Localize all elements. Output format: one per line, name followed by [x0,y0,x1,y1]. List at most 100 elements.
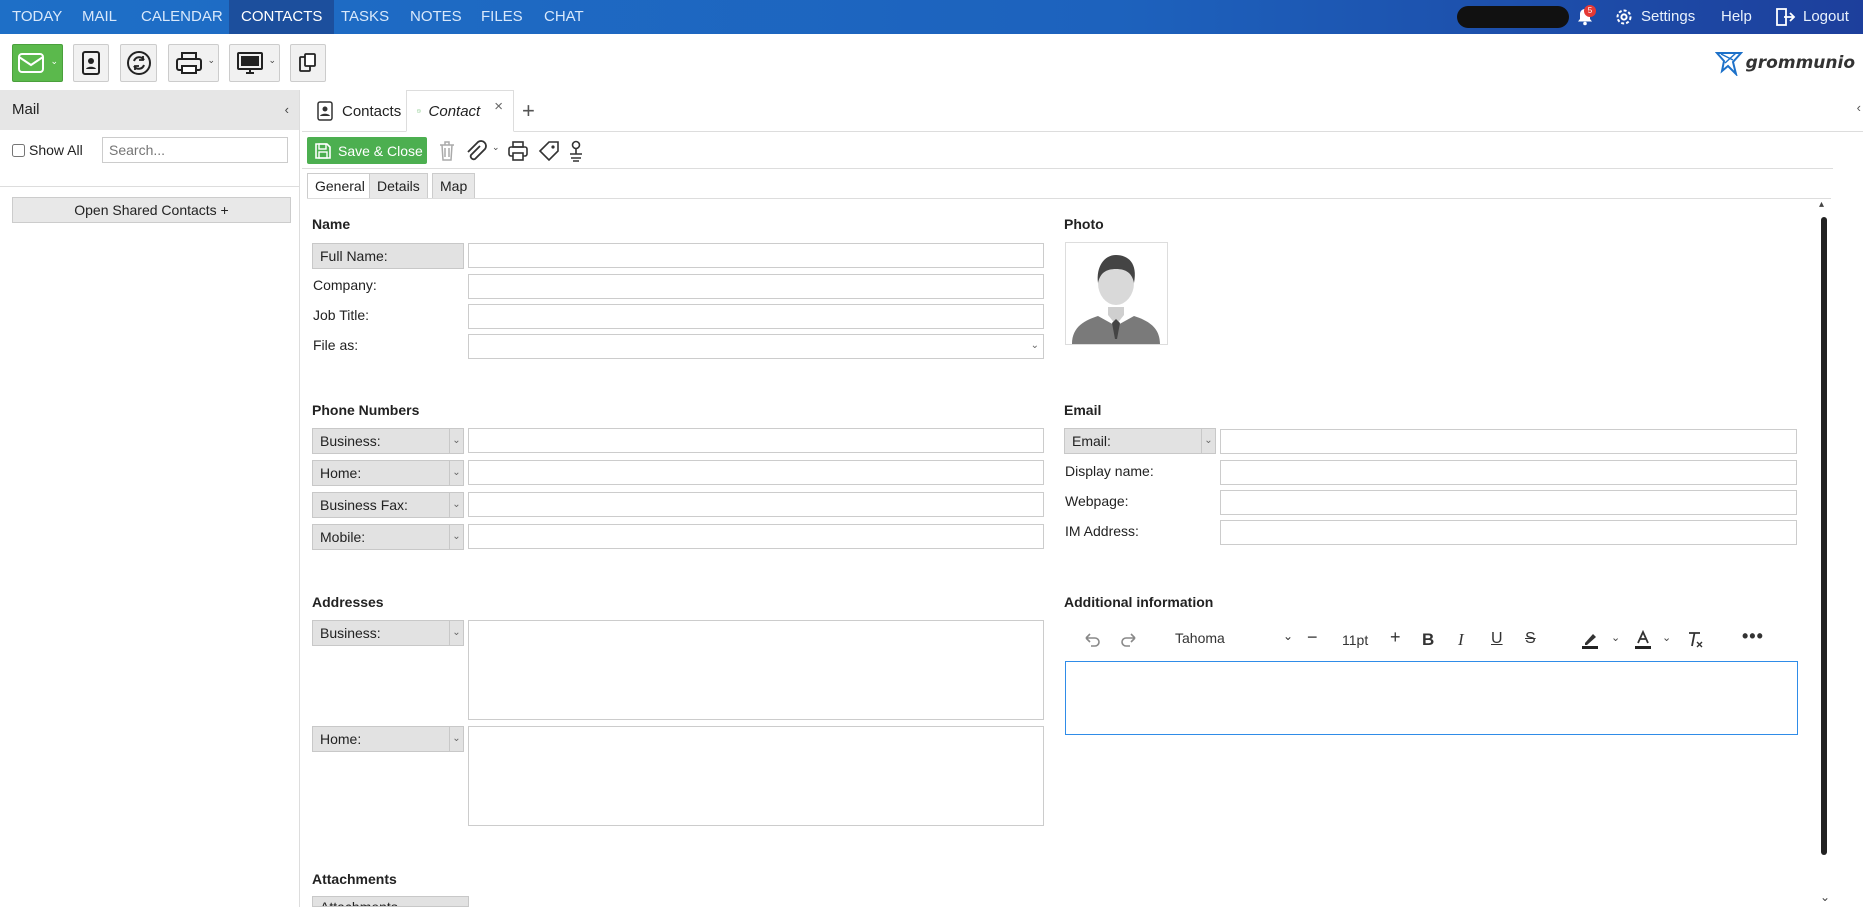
save-close-button[interactable]: Save & Close [307,137,427,164]
nav-notes[interactable]: NOTES [398,0,474,34]
sync-button[interactable] [120,44,157,82]
phone-business-fax-field[interactable] [468,492,1044,517]
logout-icon[interactable] [1776,0,1796,34]
phone-type-label: Business: [320,433,381,449]
increase-font-size-button[interactable]: + [1390,627,1401,648]
phone-type-label: Mobile: [320,529,366,545]
tab-general[interactable]: General [307,173,373,199]
attachments-button[interactable]: Attachments... [312,896,469,907]
paperclip-icon[interactable] [464,140,488,162]
phone-type-business[interactable]: Business: ⌄ [312,428,464,454]
logout-link[interactable]: Logout [1803,0,1849,34]
file-as-select[interactable]: ⌄ [468,334,1044,359]
tab-details[interactable]: Details [369,173,428,199]
nav-mail[interactable]: MAIL [70,0,129,34]
addresses-section-title: Addresses [312,594,384,610]
nav-contacts[interactable]: CONTACTS [229,0,335,34]
im-address-field[interactable] [1220,520,1797,545]
phone-type-business-fax[interactable]: Business Fax: ⌄ [312,492,464,518]
address-home-field[interactable] [468,726,1044,826]
save-close-label: Save & Close [338,142,423,159]
search-input[interactable] [102,137,288,163]
phone-type-label: Business Fax: [320,497,408,513]
add-tab-button[interactable]: + [522,98,535,124]
phone-business-field[interactable] [468,428,1044,453]
settings-link[interactable]: Settings [1641,0,1695,34]
user-name-redacted[interactable] [1457,6,1569,28]
tag-icon[interactable] [538,140,560,162]
open-shared-contacts-button[interactable]: Open Shared Contacts + [12,197,291,223]
phone-type-mobile[interactable]: Mobile: ⌄ [312,524,464,550]
display-name-field[interactable] [1220,460,1797,485]
email-type-select[interactable]: Email: ⌄ [1064,428,1216,454]
address-type-business[interactable]: Business: ⌄ [312,620,464,646]
contact-pin-icon[interactable] [567,140,585,162]
redo-icon[interactable] [1119,630,1139,650]
main-toolbar: ⌄ ⌄ ⌄ grommunio [0,34,1863,90]
view-switch-button[interactable]: ⌄ [229,44,280,82]
company-field[interactable] [468,274,1044,299]
phone-type-label: Home: [320,465,362,481]
show-all-toggle[interactable]: Show All [12,142,83,158]
print-icon[interactable] [507,140,529,162]
strikethrough-icon[interactable]: S [1525,630,1536,648]
webpage-field[interactable] [1220,490,1797,515]
chevron-down-icon[interactable]: ⌄ [492,142,500,153]
help-link[interactable]: Help [1721,0,1752,34]
address-book-button[interactable] [73,44,109,82]
notification-badge: 5 [1584,5,1596,17]
scroll-up-icon[interactable]: ▴ [1819,199,1824,210]
new-mail-button[interactable]: ⌄ [12,44,63,82]
address-type-home[interactable]: Home: ⌄ [312,726,464,752]
font-size-value[interactable]: 11pt [1342,632,1368,648]
additional-info-editor[interactable] [1065,661,1798,735]
undo-icon[interactable] [1082,630,1102,650]
address-business-field[interactable] [468,620,1044,720]
popout-button[interactable] [290,44,326,82]
contact-photo[interactable] [1065,242,1168,345]
chevron-down-icon[interactable]: ⌄ [50,56,58,67]
phone-mobile-field[interactable] [468,524,1044,549]
tab-contacts[interactable]: Contacts [306,90,411,132]
phone-home-field[interactable] [468,460,1044,485]
highlight-icon[interactable] [1580,630,1600,650]
italic-icon[interactable]: I [1458,630,1464,650]
gear-icon[interactable] [1614,0,1634,34]
full-name-button[interactable]: Full Name: [312,243,464,269]
phone-type-home[interactable]: Home: ⌄ [312,460,464,486]
text-color-icon[interactable] [1633,630,1653,650]
collapse-left-icon[interactable]: ‹ [285,102,289,117]
nav-tasks[interactable]: TASKS [329,0,401,34]
collapse-right-icon[interactable]: ‹ [1857,100,1861,115]
print-button[interactable]: ⌄ [168,44,219,82]
tab-contact[interactable]: Contact × [406,90,514,132]
nav-chat[interactable]: CHAT [532,0,596,34]
email-field[interactable] [1220,429,1797,454]
full-name-field[interactable] [468,243,1044,268]
job-title-field[interactable] [468,304,1044,329]
chevron-down-icon[interactable]: ⌄ [268,55,276,66]
grommunio-logo: grommunio [1714,48,1855,78]
font-family-select[interactable]: Tahoma ⌄ [1175,629,1295,646]
chevron-down-icon[interactable]: ⌄ [1662,631,1671,644]
close-icon[interactable]: × [494,98,503,115]
delete-icon[interactable] [437,140,457,162]
underline-icon[interactable]: U [1491,630,1503,648]
left-pane: Mail ‹ Show All Open Shared Contacts + [0,90,300,907]
show-all-checkbox[interactable] [12,143,25,157]
more-options-icon[interactable]: ••• [1742,626,1764,647]
tab-map[interactable]: Map [432,173,476,199]
chevron-down-icon[interactable]: ⌄ [1611,631,1620,644]
nav-files[interactable]: FILES [469,0,535,34]
nav-today[interactable]: TODAY [0,0,74,34]
save-icon [315,142,331,159]
chevron-down-icon[interactable]: ⌄ [207,55,215,66]
scrollbar-thumb[interactable] [1821,217,1827,855]
font-family-value: Tahoma [1175,630,1225,646]
scroll-down-icon[interactable]: ⌄ [1820,890,1830,904]
nav-calendar[interactable]: CALENDAR [129,0,235,34]
chevron-down-icon: ⌄ [449,429,463,453]
bold-icon[interactable]: B [1422,630,1434,650]
decrease-font-size-button[interactable]: − [1307,627,1318,648]
clear-formatting-icon[interactable] [1685,630,1705,650]
